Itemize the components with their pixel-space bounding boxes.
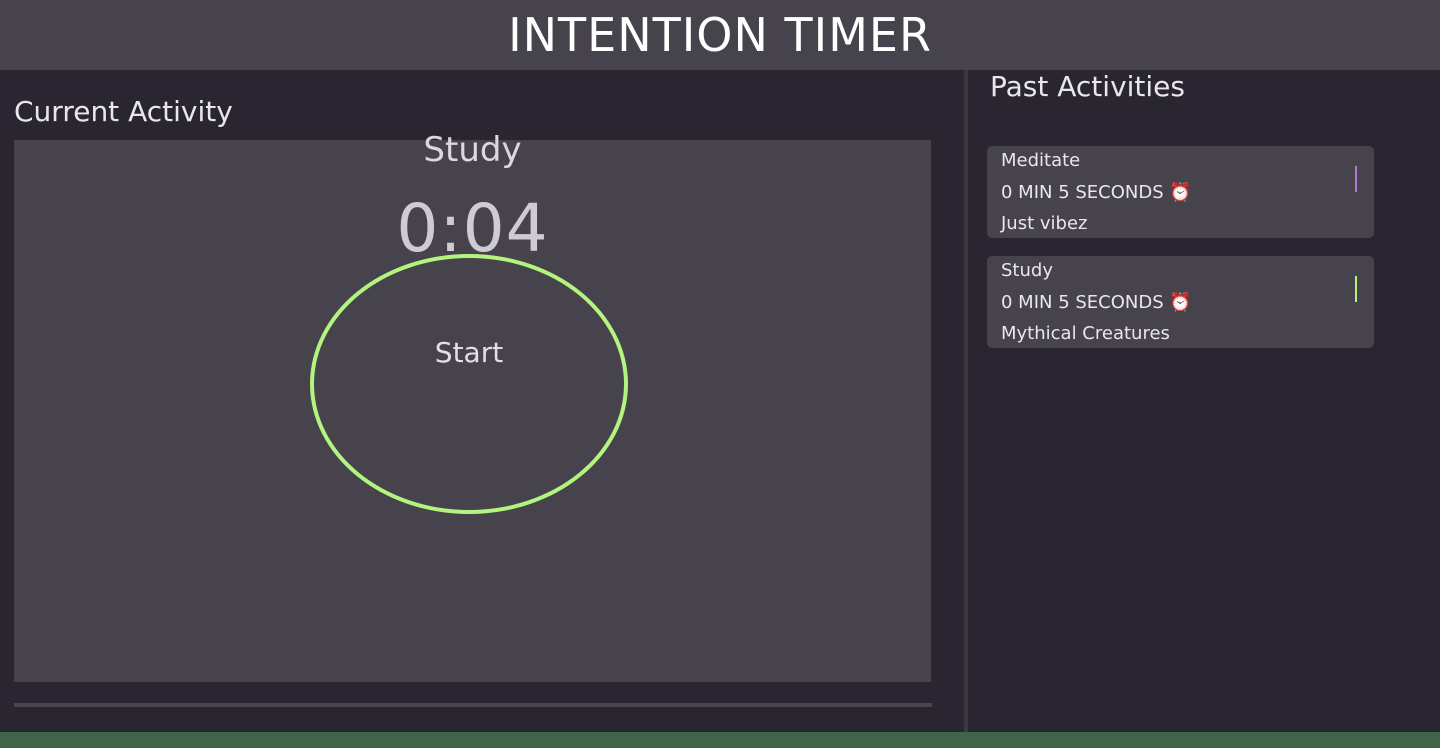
app-header: INTENTION TIMER [0, 0, 1440, 70]
current-activity-section: Current Activity Study 0:04 Start [0, 70, 964, 732]
footer-bar [0, 732, 1440, 748]
past-activity-name: Study [1001, 260, 1053, 281]
progress-track [14, 703, 932, 707]
past-activities-title: Past Activities [990, 70, 1185, 103]
category-color-bar [1355, 166, 1357, 192]
past-activities-section: Past Activities Meditate 0 MIN 5 SECONDS… [968, 70, 1440, 732]
past-activity-card[interactable]: Study 0 MIN 5 SECONDS ⏰ Mythical Creatur… [987, 256, 1374, 348]
past-activity-note: Just vibez [1001, 213, 1088, 234]
past-activity-card[interactable]: Meditate 0 MIN 5 SECONDS ⏰ Just vibez [987, 146, 1374, 238]
past-activity-duration: 0 MIN 5 SECONDS ⏰ [1001, 292, 1192, 313]
start-button[interactable]: Start [310, 254, 628, 514]
activity-name: Study [423, 130, 522, 170]
start-button-label: Start [434, 336, 504, 369]
current-activity-title: Current Activity [14, 95, 233, 128]
past-activity-note: Mythical Creatures [1001, 323, 1170, 344]
timer-panel: Study 0:04 Start [14, 130, 931, 682]
app-title: INTENTION TIMER [508, 8, 932, 62]
category-color-bar [1355, 276, 1357, 302]
past-activity-duration: 0 MIN 5 SECONDS ⏰ [1001, 182, 1192, 203]
past-activity-name: Meditate [1001, 150, 1081, 171]
